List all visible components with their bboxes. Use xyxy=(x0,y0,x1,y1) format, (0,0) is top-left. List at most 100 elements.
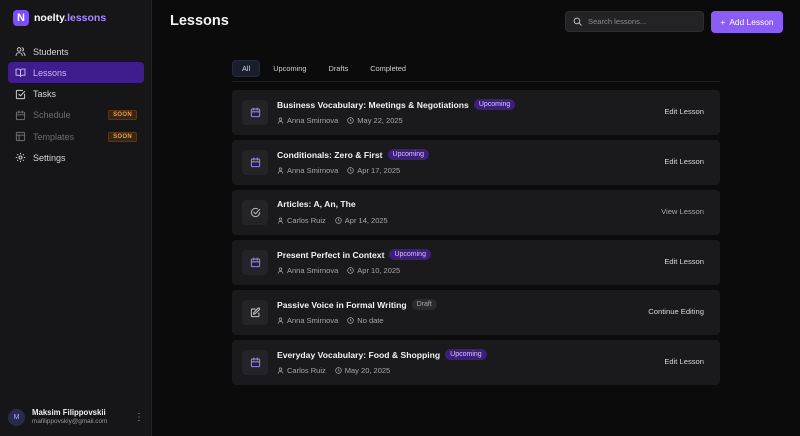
lesson-title: Everyday Vocabulary: Food & Shopping xyxy=(277,349,441,360)
status-badge: Upcoming xyxy=(389,249,431,260)
sidebar-item-label: Schedule xyxy=(33,110,71,121)
lesson-title-row: Everyday Vocabulary: Food & Shopping Upc… xyxy=(277,349,487,360)
calendar-icon xyxy=(250,157,260,168)
lesson-teacher: Anna Smirnova xyxy=(277,316,338,325)
lesson-title: Present Perfect in Context xyxy=(277,249,385,260)
lesson-title: Passive Voice in Formal Writing xyxy=(277,299,407,310)
user-info: Maksim Filippovskii mafilippovskiy@gmail… xyxy=(32,407,127,425)
add-lesson-button[interactable]: + Add Lesson xyxy=(711,11,783,33)
edit-lesson-button[interactable]: Edit Lesson xyxy=(664,257,704,266)
lesson-card[interactable]: Everyday Vocabulary: Food & Shopping Upc… xyxy=(232,340,720,385)
sidebar-item-templates[interactable]: Templates SOON xyxy=(8,126,144,147)
lesson-meta: Anna Smirnova Apr 17, 2025 xyxy=(277,166,409,175)
lesson-card[interactable]: Conditionals: Zero & First Upcoming Anna… xyxy=(232,140,720,185)
sidebar-item-settings[interactable]: Settings xyxy=(8,147,144,168)
logo-suffix: .lessons xyxy=(64,12,107,24)
lesson-icon-box xyxy=(242,250,268,275)
tab-all[interactable]: All xyxy=(232,60,261,77)
sidebar-item-schedule[interactable]: Schedule SOON xyxy=(8,105,144,126)
lesson-list: Business Vocabulary: Meetings & Negotiat… xyxy=(232,90,720,390)
lesson-meta: Carlos Ruiz May 20, 2025 xyxy=(277,366,399,375)
clock-icon xyxy=(347,117,354,124)
user-icon xyxy=(277,367,284,374)
search-icon xyxy=(573,17,582,26)
sidebar-item-label: Templates xyxy=(33,131,75,142)
teacher-name: Carlos Ruiz xyxy=(287,216,326,225)
lesson-card[interactable]: Present Perfect in Context Upcoming Anna… xyxy=(232,240,720,285)
continue-editing-button[interactable]: Continue Editing xyxy=(648,307,704,316)
edit-icon xyxy=(250,307,260,318)
date-text: Apr 10, 2025 xyxy=(357,266,401,275)
book-icon xyxy=(15,68,26,78)
lesson-icon-box xyxy=(242,350,268,375)
sidebar-item-lessons[interactable]: Lessons xyxy=(8,62,144,84)
clock-icon xyxy=(335,217,342,224)
lesson-title: Business Vocabulary: Meetings & Negotiat… xyxy=(277,99,469,110)
date-text: No date xyxy=(357,316,384,325)
soon-badge: SOON xyxy=(108,110,137,121)
users-icon xyxy=(15,47,26,57)
status-badge: Draft xyxy=(411,299,437,310)
tab-completed[interactable]: Completed xyxy=(361,60,415,77)
check-circle-icon xyxy=(250,207,260,218)
view-lesson-button[interactable]: View Lesson xyxy=(661,207,704,216)
edit-lesson-button[interactable]: Edit Lesson xyxy=(664,157,704,166)
status-badge: Upcoming xyxy=(387,149,430,160)
calendar-icon xyxy=(250,357,260,368)
tab-drafts[interactable]: Drafts xyxy=(320,60,358,77)
tab-upcoming[interactable]: Upcoming xyxy=(264,60,315,77)
gear-icon xyxy=(15,153,26,163)
calendar-icon xyxy=(250,107,260,118)
lesson-icon-box xyxy=(242,300,268,325)
lesson-date: Apr 17, 2025 xyxy=(347,166,400,175)
sidebar-item-label: Tasks xyxy=(33,89,57,100)
edit-lesson-button[interactable]: Edit Lesson xyxy=(664,357,704,366)
lesson-date: Apr 10, 2025 xyxy=(347,266,400,275)
lesson-icon-box xyxy=(242,200,268,225)
lesson-title: Articles: A, An, The xyxy=(277,199,356,209)
logo[interactable]: N noelty.lessons xyxy=(13,10,106,26)
lesson-date: May 22, 2025 xyxy=(347,116,403,125)
tabs-divider xyxy=(232,81,720,82)
lesson-card[interactable]: Articles: A, An, The Carlos Ruiz Apr 14,… xyxy=(232,190,720,235)
lesson-card[interactable]: Business Vocabulary: Meetings & Negotiat… xyxy=(232,90,720,135)
lesson-date: No date xyxy=(347,316,384,325)
sidebar-item-label: Students xyxy=(33,46,69,57)
logo-text: noelty.lessons xyxy=(34,12,106,24)
avatar: M xyxy=(8,408,25,426)
search-box[interactable] xyxy=(565,11,704,32)
logo-name: noelty xyxy=(34,12,65,24)
user-profile[interactable]: M Maksim Filippovskii mafilippovskiy@gma… xyxy=(8,406,144,428)
lesson-meta: Anna Smirnova May 22, 2025 xyxy=(277,116,412,125)
clock-icon xyxy=(335,367,342,374)
date-text: May 22, 2025 xyxy=(357,116,403,125)
user-icon xyxy=(277,267,284,274)
user-icon xyxy=(277,167,284,174)
sidebar-item-students[interactable]: Students xyxy=(8,41,144,62)
lesson-title-row: Passive Voice in Formal Writing Draft xyxy=(277,299,437,310)
soon-badge: SOON xyxy=(108,131,137,142)
user-email: mafilippovskiy@gmail.com xyxy=(32,417,108,425)
lesson-date: Apr 14, 2025 xyxy=(335,216,388,225)
template-icon xyxy=(15,132,26,142)
user-name: Maksim Filippovskii xyxy=(32,407,106,417)
teacher-name: Anna Smirnova xyxy=(287,116,339,125)
lesson-title-row: Conditionals: Zero & First Upcoming xyxy=(277,149,430,160)
lesson-title-row: Present Perfect in Context Upcoming xyxy=(277,249,431,260)
lesson-meta: Anna Smirnova Apr 10, 2025 xyxy=(277,266,409,275)
clock-icon xyxy=(347,317,354,324)
date-text: Apr 17, 2025 xyxy=(357,166,401,175)
lesson-card[interactable]: Passive Voice in Formal Writing Draft An… xyxy=(232,290,720,335)
checkbox-icon xyxy=(15,89,26,99)
edit-lesson-button[interactable]: Edit Lesson xyxy=(664,107,704,116)
teacher-name: Anna Smirnova xyxy=(287,266,339,275)
more-vertical-icon[interactable]: ⋮ xyxy=(134,412,144,423)
lesson-teacher: Anna Smirnova xyxy=(277,116,338,125)
sidebar-item-tasks[interactable]: Tasks xyxy=(8,84,144,105)
logo-mark: N xyxy=(13,10,29,26)
lesson-title-row: Business Vocabulary: Meetings & Negotiat… xyxy=(277,99,516,110)
lesson-title: Conditionals: Zero & First xyxy=(277,149,383,160)
search-input[interactable] xyxy=(588,17,698,26)
sidebar-item-label: Lessons xyxy=(33,67,67,78)
lesson-teacher: Carlos Ruiz xyxy=(277,366,326,375)
